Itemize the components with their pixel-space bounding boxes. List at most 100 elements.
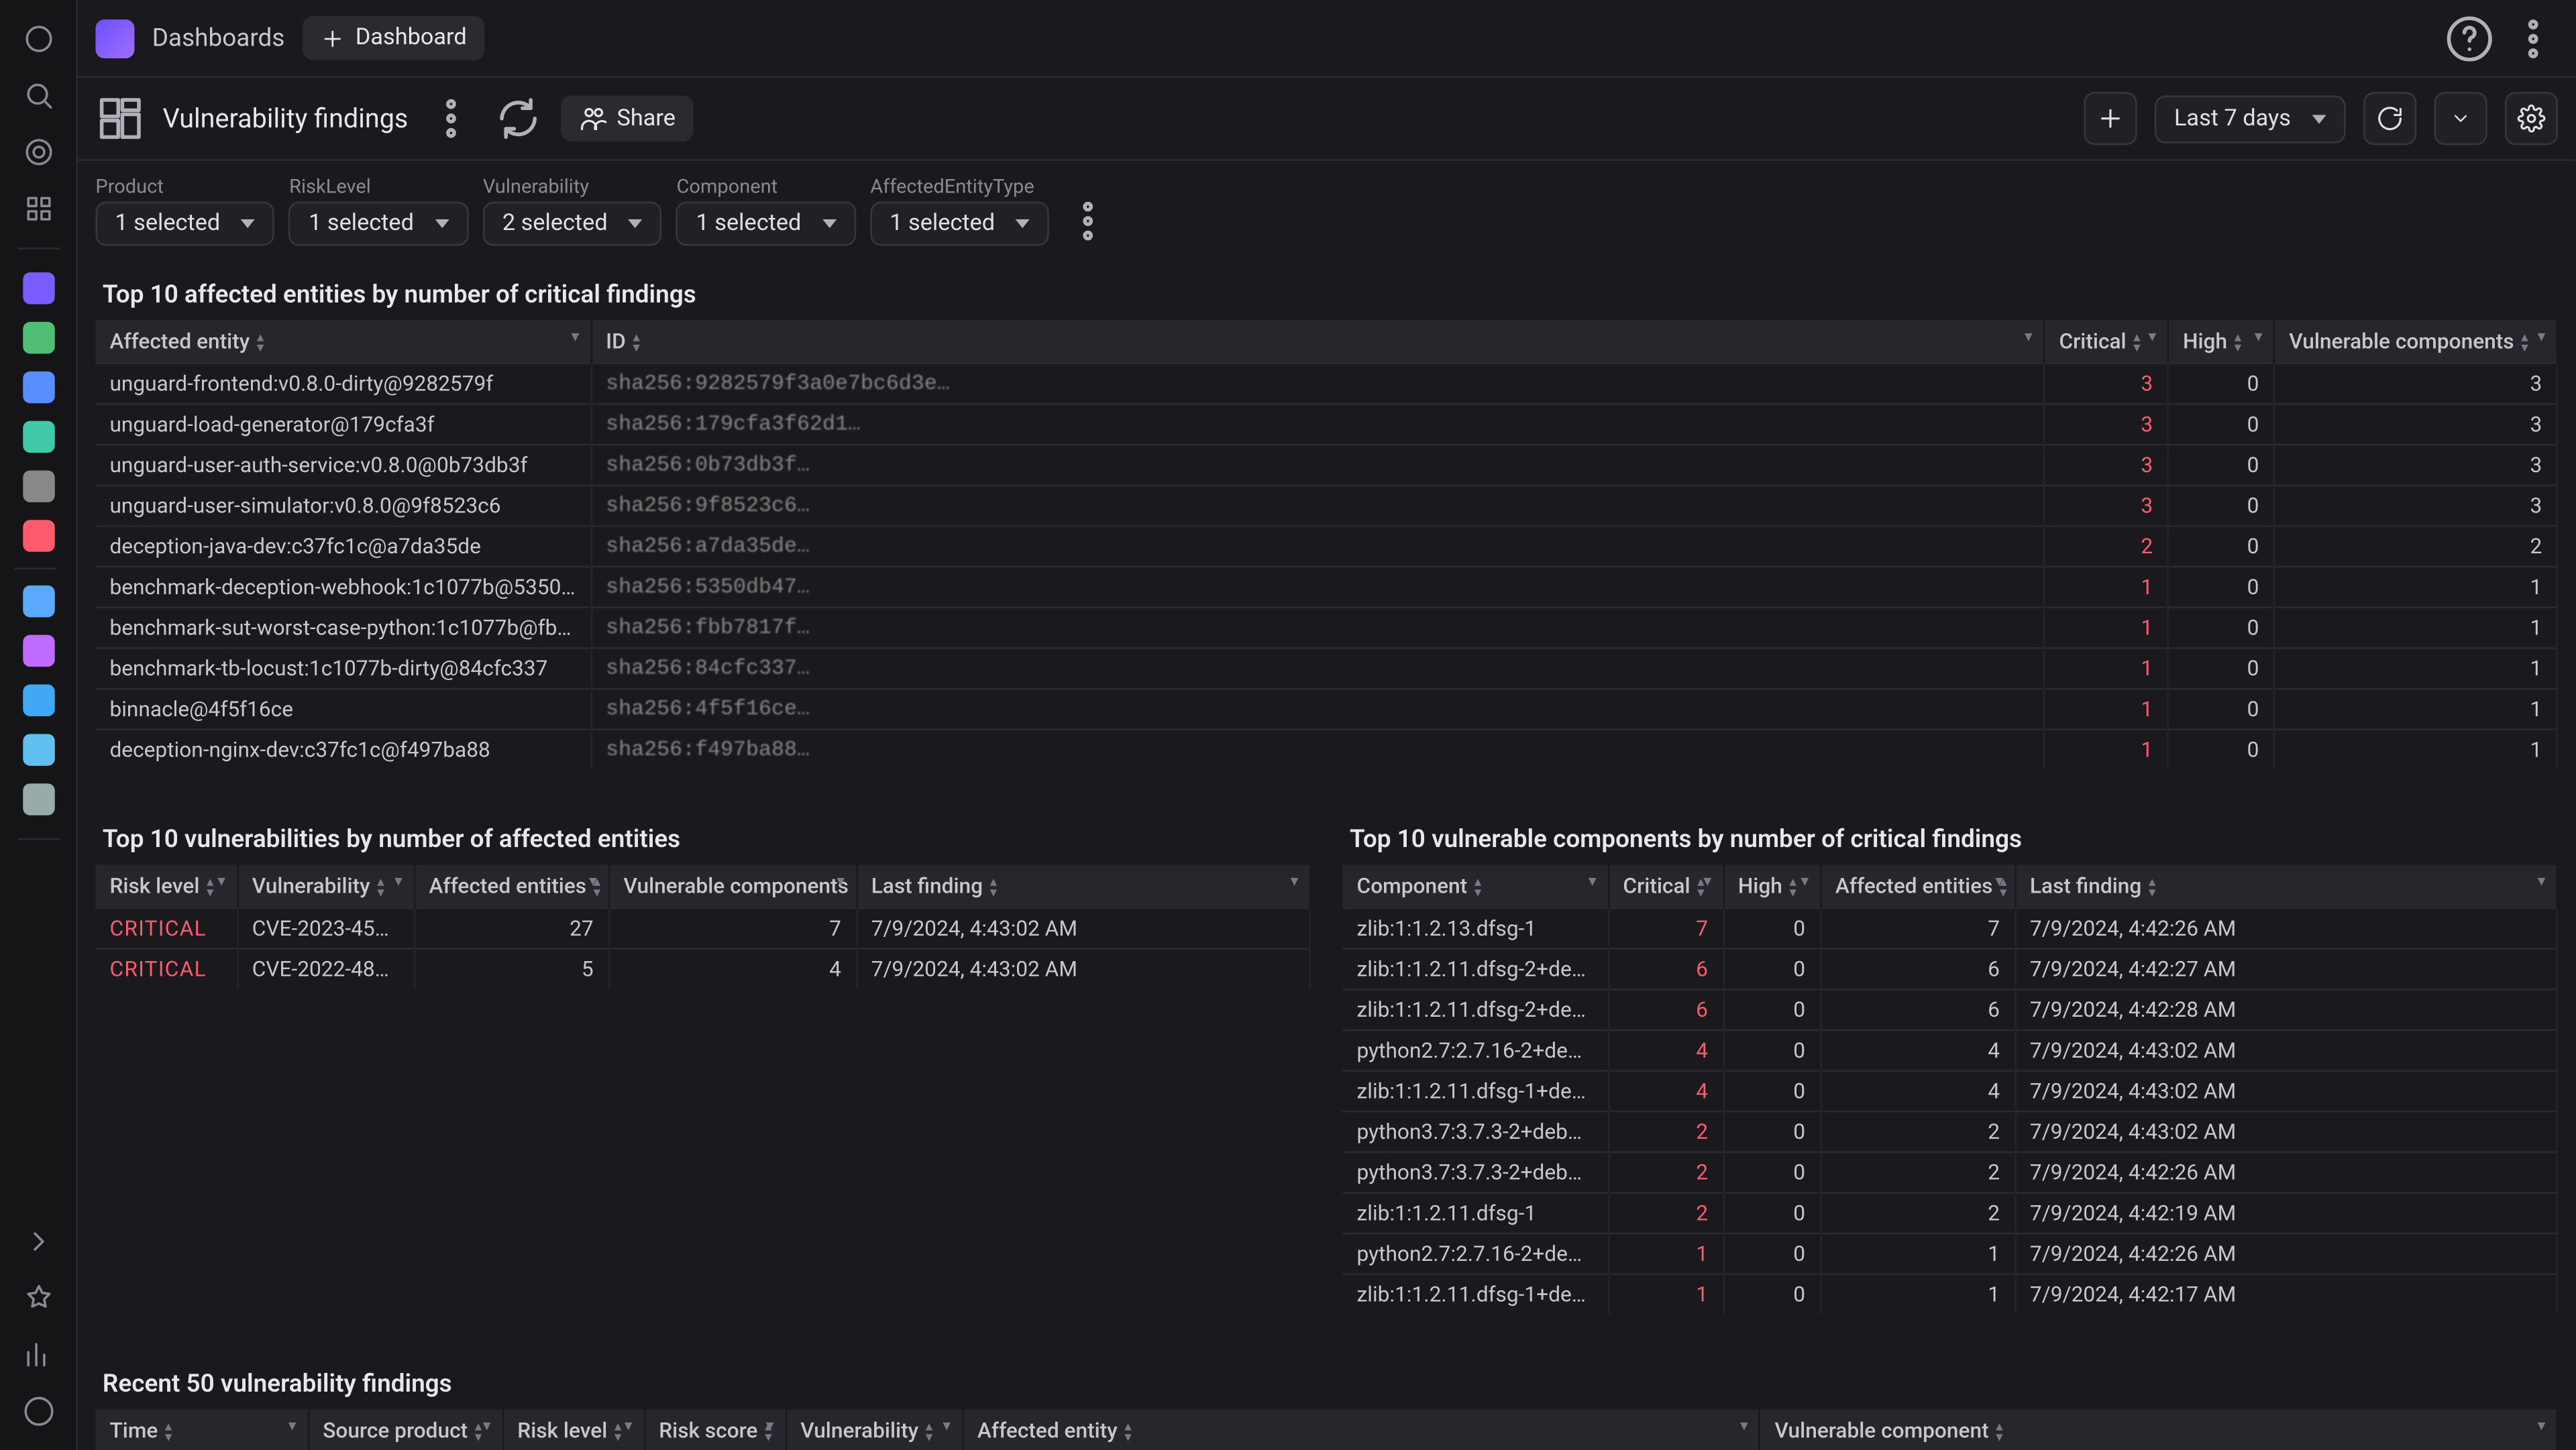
column-header[interactable]: Affected entities▴▾: [414, 865, 608, 908]
add-widget-button[interactable]: [2084, 92, 2137, 145]
column-header[interactable]: Vulnerable components▴▾: [608, 865, 856, 908]
breadcrumb[interactable]: Dashboards: [152, 24, 285, 52]
table-row[interactable]: zlib:1:1.2.13.dfsg-17077/9/2024, 4:42:26…: [1342, 908, 2557, 949]
table-row[interactable]: benchmark-tb-locust:1c1077b-dirty@84cfc3…: [95, 648, 2557, 689]
new-dashboard-button[interactable]: Dashboard: [303, 16, 484, 60]
filter-label: AffectedEntityType: [870, 175, 1050, 198]
table-row[interactable]: unguard-user-auth-service:v0.8.0@0b73db3…: [95, 445, 2557, 486]
sidebar-app-2[interactable]: [13, 363, 63, 412]
table-row[interactable]: unguard-load-generator@179cfa3fsha256:17…: [95, 404, 2557, 445]
filter-label: RiskLevel: [289, 175, 469, 198]
topbar: Dashboards Dashboard: [78, 0, 2575, 78]
favorite-icon[interactable]: [13, 1274, 63, 1323]
table-row[interactable]: zlib:1:1.2.11.dfsg-1+deb10u24047/9/2024,…: [1342, 1071, 2557, 1112]
panel-title: Top 10 vulnerabilities by number of affe…: [95, 805, 1311, 865]
filter-more-icon[interactable]: [1064, 197, 1114, 246]
column-header[interactable]: Critical▴▾: [1608, 865, 1723, 908]
column-header[interactable]: Vulnerability▴▾: [786, 1410, 963, 1450]
table-row[interactable]: zlib:1:1.2.11.dfsg-2+deb11u26067/9/2024,…: [1342, 989, 2557, 1030]
share-label: Share: [617, 105, 676, 132]
panel-affected-entities: Top 10 affected entities by number of cr…: [95, 260, 2558, 769]
target-icon[interactable]: [13, 127, 63, 177]
column-header[interactable]: Component▴▾: [1342, 865, 1608, 908]
avatar-icon[interactable]: [13, 1386, 63, 1436]
column-header[interactable]: Vulnerable components▴▾: [2274, 320, 2557, 364]
filter-vulnerability[interactable]: 2 selected: [483, 202, 663, 246]
column-header[interactable]: High▴▾: [2168, 320, 2274, 364]
table-row[interactable]: python2.7:2.7.16-2+deb10u14047/9/2024, 4…: [1342, 1030, 2557, 1071]
column-header[interactable]: Affected entity▴▾: [95, 320, 590, 364]
expand-icon[interactable]: [13, 1217, 63, 1266]
table-row[interactable]: unguard-frontend:v0.8.0-dirty@9282579fsh…: [95, 364, 2557, 404]
apps-icon[interactable]: [13, 184, 63, 233]
filter-risklevel[interactable]: 1 selected: [289, 202, 469, 246]
filter-bar: Product1 selectedRiskLevel1 selectedVuln…: [78, 161, 2575, 260]
dashboard-title: Vulnerability findings: [163, 103, 409, 134]
sidebar-app-0[interactable]: [13, 264, 63, 313]
refresh-button[interactable]: [2363, 92, 2416, 145]
timeframe-selector[interactable]: Last 7 days: [2155, 95, 2346, 142]
sidebar-app-7[interactable]: [13, 577, 63, 626]
column-header[interactable]: Vulnerable component▴▾: [1760, 1410, 2557, 1450]
table-row[interactable]: zlib:1:1.2.11.dfsg-2+deb11u16067/9/2024,…: [1342, 949, 2557, 990]
help-icon[interactable]: [2445, 13, 2494, 63]
table-row[interactable]: benchmark-sut-worst-case-python:1c1077b@…: [95, 608, 2557, 649]
filter-label: Product: [95, 175, 275, 198]
analytics-icon[interactable]: [13, 1330, 63, 1380]
table-row[interactable]: binnacle@4f5f16cesha256:4f5f16ce…101: [95, 689, 2557, 730]
column-header[interactable]: Risk level▴▾: [95, 865, 237, 908]
dashboard-icon[interactable]: [95, 94, 145, 144]
column-header[interactable]: Risk level▴▾: [502, 1410, 644, 1450]
search-icon[interactable]: [13, 70, 63, 120]
filter-label: Component: [677, 175, 857, 198]
table-row[interactable]: zlib:1:1.2.11.dfsg-1+deb10u11017/9/2024,…: [1342, 1274, 2557, 1314]
sidebar-app-4[interactable]: [13, 461, 63, 511]
column-header[interactable]: Last finding▴▾: [856, 865, 1309, 908]
table-row[interactable]: benchmark-deception-webhook:1c1077b@5350…: [95, 567, 2557, 608]
new-dashboard-label: Dashboard: [356, 25, 467, 52]
sidebar-app-10[interactable]: [13, 725, 63, 775]
panel-title: Recent 50 vulnerability findings: [95, 1349, 2558, 1410]
panel-title: Top 10 vulnerable components by number o…: [1342, 805, 2558, 865]
sidebar-app-1[interactable]: [13, 313, 63, 363]
column-header[interactable]: Affected entity▴▾: [963, 1410, 1760, 1450]
table-row[interactable]: CRITICALCVE-2023-458532777/9/2024, 4:43:…: [95, 908, 1309, 949]
sidebar-app-3[interactable]: [13, 412, 63, 461]
column-header[interactable]: Vulnerability▴▾: [237, 865, 414, 908]
share-button[interactable]: Share: [560, 95, 693, 142]
table-row[interactable]: python3.7:3.7.3-2+deb10u32027/9/2024, 4:…: [1342, 1111, 2557, 1152]
sync-icon[interactable]: [493, 94, 543, 144]
settings-button[interactable]: [2505, 92, 2558, 145]
home-icon[interactable]: [13, 14, 63, 64]
sidebar-app-9[interactable]: [13, 675, 63, 725]
table-row[interactable]: deception-java-dev:c37fc1c@a7da35desha25…: [95, 526, 2557, 567]
table-row[interactable]: deception-nginx-dev:c37fc1c@f497ba88sha2…: [95, 730, 2557, 769]
refresh-options-button[interactable]: [2434, 92, 2487, 145]
sidebar: [0, 0, 78, 1450]
column-header[interactable]: Risk score▴▾: [644, 1410, 786, 1450]
table-row[interactable]: python2.7:2.7.16-2+deb10u21017/9/2024, 4…: [1342, 1233, 2557, 1274]
table-row[interactable]: python3.7:3.7.3-2+deb10u42027/9/2024, 4:…: [1342, 1152, 2557, 1193]
filter-affectedentitytype[interactable]: 1 selected: [870, 202, 1050, 246]
sidebar-app-11[interactable]: [13, 775, 63, 824]
column-header[interactable]: High▴▾: [1723, 865, 1820, 908]
sidebar-app-5[interactable]: [13, 511, 63, 561]
brand-logo: [95, 19, 134, 58]
column-header[interactable]: Time▴▾: [95, 1410, 307, 1450]
filter-product[interactable]: 1 selected: [95, 202, 275, 246]
table-row[interactable]: zlib:1:1.2.11.dfsg-12027/9/2024, 4:42:19…: [1342, 1193, 2557, 1234]
column-header[interactable]: Affected entities▴▾: [1820, 865, 2015, 908]
column-header[interactable]: Critical▴▾: [2044, 320, 2168, 364]
sidebar-app-8[interactable]: [13, 626, 63, 675]
column-header[interactable]: ID▴▾: [591, 320, 2044, 364]
dashboard-menu-icon[interactable]: [426, 94, 476, 144]
dashboard-toolbar: Vulnerability findings Share Last 7 days: [78, 78, 2575, 161]
column-header[interactable]: Last finding▴▾: [2015, 865, 2557, 908]
table-row[interactable]: unguard-user-simulator:v0.8.0@9f8523c6sh…: [95, 486, 2557, 526]
panel-recent-findings: Recent 50 vulnerability findings Time▴▾S…: [95, 1349, 2558, 1450]
table-row[interactable]: CRITICALCVE-2022-48565547/9/2024, 4:43:0…: [95, 949, 1309, 989]
filter-component[interactable]: 1 selected: [677, 202, 857, 246]
more-icon[interactable]: [2508, 13, 2558, 63]
panel-title: Top 10 affected entities by number of cr…: [95, 260, 2558, 321]
column-header[interactable]: Source product▴▾: [308, 1410, 502, 1450]
